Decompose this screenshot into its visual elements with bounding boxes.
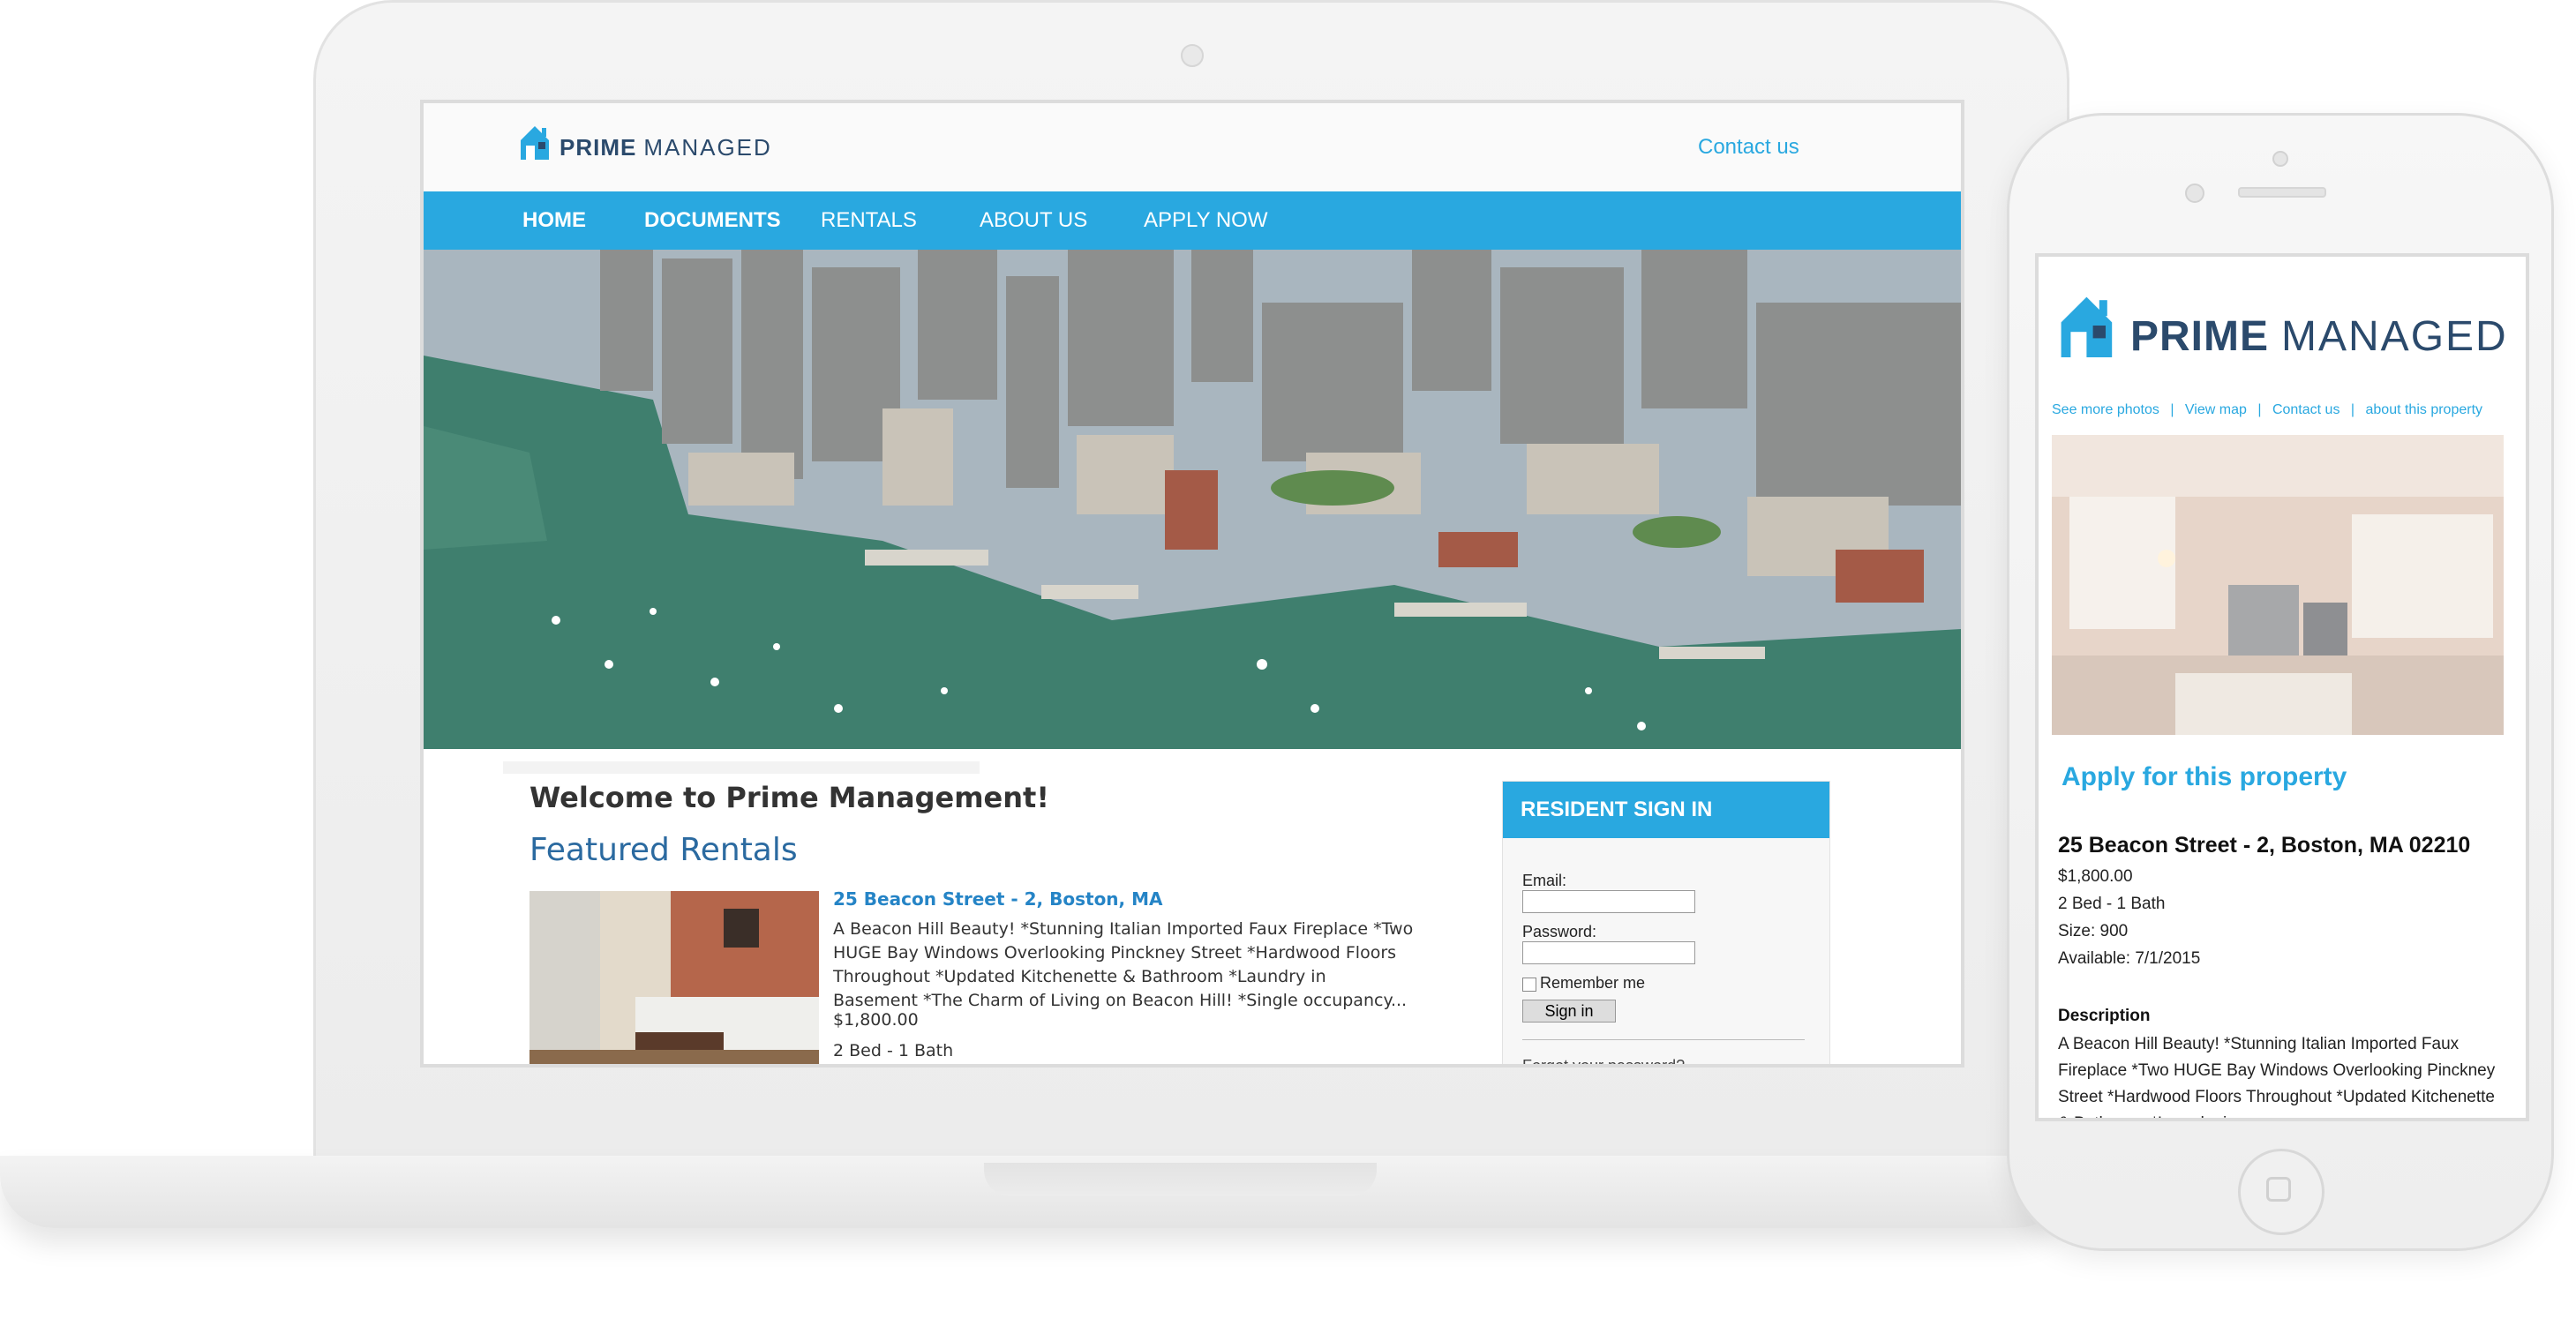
property-price: $1,800.00	[2058, 867, 2133, 886]
sign-in-heading: RESIDENT SIGN IN	[1503, 782, 1829, 838]
apply-for-property-link[interactable]: Apply for this property	[2062, 762, 2347, 792]
phone-camera	[2185, 184, 2204, 203]
link-separator: |	[2257, 402, 2262, 417]
property-size: Size: 900	[2058, 922, 2129, 940]
logo-managed-text: MANAGED	[643, 134, 772, 161]
house-logo-icon	[521, 126, 549, 160]
site-logo[interactable]: PRIME MANAGED	[519, 123, 772, 161]
main-nav: HOME DOCUMENTS RENTALS ABOUT US APPLY NO…	[424, 191, 1961, 250]
nav-documents[interactable]: DOCUMENTS	[644, 208, 781, 233]
phone-logo[interactable]: PRIME MANAGED	[2058, 290, 2508, 361]
phone-link-row: See more photos | View map | Contact us …	[2052, 402, 2482, 418]
listing-title-link[interactable]: 25 Beacon Street - 2, Boston, MA	[833, 888, 1163, 910]
featured-rentals-heading: Featured Rentals	[529, 832, 798, 868]
welcome-band	[503, 761, 980, 774]
living-room-image	[529, 891, 819, 1064]
nav-about-us[interactable]: ABOUT US	[980, 208, 1087, 233]
home-square-icon	[2266, 1177, 2291, 1202]
logo-prime-text: PRIME	[560, 134, 637, 161]
listing-photo[interactable]	[529, 891, 819, 1064]
nav-rentals[interactable]: RENTALS	[821, 208, 917, 233]
listing-price: $1,800.00	[833, 1010, 919, 1030]
logo-managed-text: MANAGED	[2281, 313, 2508, 360]
description-heading: Description	[2058, 1007, 2151, 1025]
sign-in-divider	[1522, 1039, 1805, 1040]
phone-speaker	[2238, 187, 2326, 198]
email-label: Email:	[1522, 872, 1567, 889]
remember-me-label: Remember me	[1540, 974, 1646, 992]
property-beds-baths: 2 Bed - 1 Bath	[2058, 895, 2166, 913]
harbor-skyline-graphic	[424, 250, 1961, 749]
laptop-screen: PRIME MANAGED Contact us HOME DOCUMENTS …	[420, 100, 1964, 1068]
about-property-link[interactable]: about this property	[2366, 402, 2483, 417]
laptop-notch	[984, 1163, 1377, 1196]
listing-description: A Beacon Hill Beauty! *Stunning Italian …	[833, 919, 1414, 1010]
view-map-link[interactable]: View map	[2185, 402, 2247, 417]
link-separator: |	[2350, 402, 2355, 417]
remember-me-checkbox[interactable]	[1522, 978, 1536, 992]
property-photo[interactable]	[2052, 435, 2504, 735]
phone-screen: PRIME MANAGED See more photos | View map…	[2035, 253, 2529, 1121]
kitchen-image	[2052, 435, 2504, 735]
property-address: 25 Beacon Street - 2, Boston, MA 02210	[2058, 833, 2471, 858]
contact-us-link[interactable]: Contact us	[2272, 402, 2339, 417]
property-available: Available: 7/1/2015	[2058, 949, 2201, 968]
house-logo-icon	[2061, 296, 2113, 357]
logo-prime-text: PRIME	[2130, 313, 2270, 360]
password-label: Password:	[1522, 923, 1597, 940]
link-separator: |	[2170, 402, 2174, 417]
welcome-heading: Welcome to Prime Management!	[529, 781, 1049, 814]
email-field[interactable]	[1522, 890, 1695, 913]
see-more-photos-link[interactable]: See more photos	[2052, 402, 2159, 417]
listing-beds-baths: 2 Bed - 1 Bath	[833, 1041, 954, 1060]
password-field[interactable]	[1522, 941, 1695, 964]
resident-sign-in-panel: RESIDENT SIGN IN Email: Password: Rememb…	[1502, 781, 1830, 1064]
phone-sensor	[2272, 151, 2288, 167]
nav-home[interactable]: HOME	[522, 208, 586, 233]
nav-apply-now[interactable]: APPLY NOW	[1144, 208, 1267, 233]
site-header: PRIME MANAGED Contact us	[424, 103, 1961, 191]
sign-in-button[interactable]: Sign in	[1522, 1000, 1616, 1023]
hero-city-image	[424, 250, 1961, 749]
contact-us-link[interactable]: Contact us	[1698, 135, 1799, 160]
property-description: A Beacon Hill Beauty! *Stunning Italian …	[2058, 1035, 2496, 1118]
forgot-password-link[interactable]: Forgot your password?	[1522, 1057, 1685, 1064]
laptop-camera	[1181, 44, 1204, 67]
